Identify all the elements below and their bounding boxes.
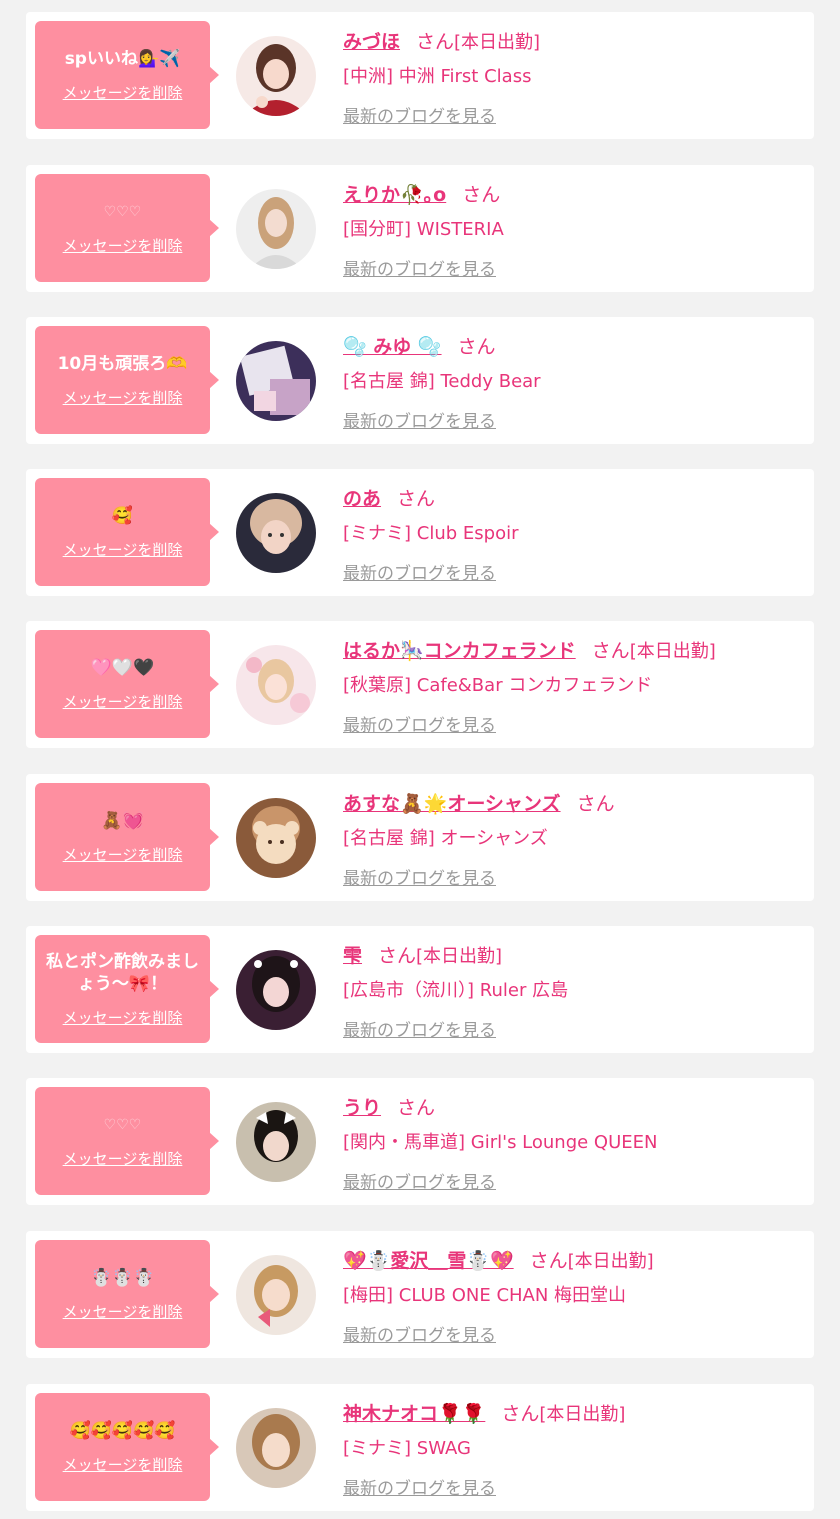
- message-text: 私とポン酢飲みましょう〜🎀！: [46, 951, 199, 994]
- shift-status: [本日出勤]: [454, 32, 541, 53]
- latest-blog-link[interactable]: 最新のブログを見る: [343, 711, 496, 736]
- message-text: 🧸💓: [101, 810, 144, 831]
- avatar[interactable]: [236, 1255, 316, 1335]
- avatar[interactable]: [236, 645, 316, 725]
- cast-name-link[interactable]: うり: [343, 1093, 381, 1120]
- cast-name-link[interactable]: 雫: [343, 941, 362, 968]
- list-item: ♡♡♡ メッセージを削除 うり さん [関内・馬車道] Girl's Loung…: [26, 1078, 814, 1205]
- list-item: 私とポン酢飲みましょう〜🎀！ メッセージを削除 雫 さん [本日出勤] [広島市…: [26, 926, 814, 1053]
- delete-message-link[interactable]: メッセージを削除: [63, 844, 183, 865]
- message-text: 🥰: [111, 505, 134, 526]
- avatar[interactable]: [236, 1408, 316, 1488]
- favorites-list: spいいね💁‍♀️✈️ メッセージを削除 みづほ さん [本日出勤] [中洲] …: [0, 0, 840, 1519]
- latest-blog-link[interactable]: 最新のブログを見る: [343, 255, 496, 280]
- message-text: ♡♡♡: [103, 203, 142, 220]
- list-item: 10月も頑張ろ🫶 メッセージを削除 🫧 みゆ 🫧 さん [名古屋 錦] Tedd…: [26, 317, 814, 444]
- message-bubble: 🧸💓 メッセージを削除: [35, 783, 219, 891]
- message-bubble: 🥰 メッセージを削除: [35, 478, 219, 586]
- avatar[interactable]: [236, 341, 316, 421]
- message-bubble: ♡♡♡ メッセージを削除: [35, 1087, 219, 1195]
- message-bubble: ♡♡♡ メッセージを削除: [35, 174, 219, 282]
- delete-message-link[interactable]: メッセージを削除: [63, 1301, 183, 1322]
- delete-message-link[interactable]: メッセージを削除: [63, 387, 183, 408]
- message-text: spいいね💁‍♀️✈️: [64, 48, 181, 69]
- delete-message-link[interactable]: メッセージを削除: [63, 82, 183, 103]
- honorific-label: さん: [576, 793, 615, 815]
- cast-name-link[interactable]: 🫧 みゆ 🫧: [343, 332, 442, 359]
- message-text: ♡♡♡: [103, 1116, 142, 1133]
- cast-name-link[interactable]: 神木ナオコ🌹🌹: [343, 1399, 485, 1426]
- message-text: ☃️☃️☃️: [90, 1267, 155, 1288]
- shift-status: [本日出勤]: [567, 1251, 654, 1272]
- honorific-label: さん: [501, 1403, 540, 1425]
- avatar[interactable]: [236, 36, 316, 116]
- avatar[interactable]: [236, 493, 316, 573]
- shift-status: [本日出勤]: [416, 946, 503, 967]
- honorific-label: さん: [416, 31, 455, 53]
- shop-label: [名古屋 錦] オーシャンズ: [343, 828, 548, 849]
- list-item: 🩷🤍🖤 メッセージを削除 はるか🎠コンカフェランド さん [本日出勤] [秋葉原…: [26, 621, 814, 748]
- cast-name-link[interactable]: えりか🥀｡o: [343, 180, 446, 207]
- cast-name-link[interactable]: はるか🎠コンカフェランド: [343, 636, 576, 663]
- latest-blog-link[interactable]: 最新のブログを見る: [343, 1168, 496, 1193]
- message-text: 🩷🤍🖤: [90, 657, 155, 678]
- shop-label: [ミナミ] Club Espoir: [343, 523, 519, 544]
- list-item: 🥰🥰🥰🥰🥰 メッセージを削除 神木ナオコ🌹🌹 さん [本日出勤] [ミナミ] S…: [26, 1384, 814, 1511]
- list-item: 🥰 メッセージを削除 のあ さん [ミナミ] Club Espoir 最新のブロ…: [26, 469, 814, 596]
- shift-status: [本日出勤]: [539, 1404, 626, 1425]
- honorific-label: さん: [529, 1250, 568, 1272]
- shop-label: [関内・馬車道] Girl's Lounge QUEEN: [343, 1132, 658, 1153]
- shop-label: [梅田] CLUB ONE CHAN 梅田堂山: [343, 1285, 627, 1306]
- list-item: spいいね💁‍♀️✈️ メッセージを削除 みづほ さん [本日出勤] [中洲] …: [26, 12, 814, 139]
- delete-message-link[interactable]: メッセージを削除: [63, 1454, 183, 1475]
- list-item: ☃️☃️☃️ メッセージを削除 💖☃️愛沢＿雪☃️💖 さん [本日出勤] [梅田…: [26, 1231, 814, 1358]
- message-bubble: 🥰🥰🥰🥰🥰 メッセージを削除: [35, 1393, 219, 1501]
- latest-blog-link[interactable]: 最新のブログを見る: [343, 1474, 496, 1499]
- shop-label: [広島市（流川）] Ruler 広島: [343, 980, 569, 1001]
- shop-label: [中洲] 中洲 First Class: [343, 66, 532, 87]
- latest-blog-link[interactable]: 最新のブログを見る: [343, 407, 496, 432]
- latest-blog-link[interactable]: 最新のブログを見る: [343, 559, 496, 584]
- list-item: 🧸💓 メッセージを削除 あすな🧸🌟オーシャンズ さん [名古屋 錦] オーシャン…: [26, 774, 814, 901]
- honorific-label: さん: [462, 184, 501, 206]
- honorific-label: さん: [397, 488, 436, 510]
- message-bubble: 10月も頑張ろ🫶 メッセージを削除: [35, 326, 219, 434]
- cast-name-link[interactable]: あすな🧸🌟オーシャンズ: [343, 789, 561, 816]
- cast-name-link[interactable]: のあ: [343, 484, 381, 511]
- delete-message-link[interactable]: メッセージを削除: [63, 691, 183, 712]
- shop-label: [ミナミ] SWAG: [343, 1438, 471, 1459]
- delete-message-link[interactable]: メッセージを削除: [63, 1148, 183, 1169]
- honorific-label: さん: [397, 1097, 436, 1119]
- shop-label: [名古屋 錦] Teddy Bear: [343, 371, 541, 392]
- message-bubble: 私とポン酢飲みましょう〜🎀！ メッセージを削除: [35, 935, 219, 1043]
- latest-blog-link[interactable]: 最新のブログを見る: [343, 864, 496, 889]
- cast-name-link[interactable]: 💖☃️愛沢＿雪☃️💖: [343, 1246, 514, 1273]
- shop-label: [国分町] WISTERIA: [343, 219, 504, 240]
- list-item: ♡♡♡ メッセージを削除 えりか🥀｡o さん [国分町] WISTERIA 最新…: [26, 165, 814, 292]
- cast-name-link[interactable]: みづほ: [343, 27, 400, 54]
- shift-status: [本日出勤]: [629, 641, 716, 662]
- avatar[interactable]: [236, 798, 316, 878]
- shop-label: [秋葉原] Cafe&Bar コンカフェランド: [343, 675, 653, 696]
- message-text: 🥰🥰🥰🥰🥰: [69, 1420, 176, 1441]
- honorific-label: さん: [591, 640, 630, 662]
- avatar[interactable]: [236, 189, 316, 269]
- avatar[interactable]: [236, 1102, 316, 1182]
- delete-message-link[interactable]: メッセージを削除: [63, 539, 183, 560]
- latest-blog-link[interactable]: 最新のブログを見る: [343, 1321, 496, 1346]
- latest-blog-link[interactable]: 最新のブログを見る: [343, 1016, 496, 1041]
- message-text: 10月も頑張ろ🫶: [57, 353, 188, 374]
- message-bubble: ☃️☃️☃️ メッセージを削除: [35, 1240, 219, 1348]
- message-bubble: 🩷🤍🖤 メッセージを削除: [35, 630, 219, 738]
- honorific-label: さん: [457, 336, 496, 358]
- delete-message-link[interactable]: メッセージを削除: [63, 235, 183, 256]
- honorific-label: さん: [378, 945, 417, 967]
- latest-blog-link[interactable]: 最新のブログを見る: [343, 102, 496, 127]
- delete-message-link[interactable]: メッセージを削除: [63, 1007, 183, 1028]
- avatar[interactable]: [236, 950, 316, 1030]
- message-bubble: spいいね💁‍♀️✈️ メッセージを削除: [35, 21, 219, 129]
